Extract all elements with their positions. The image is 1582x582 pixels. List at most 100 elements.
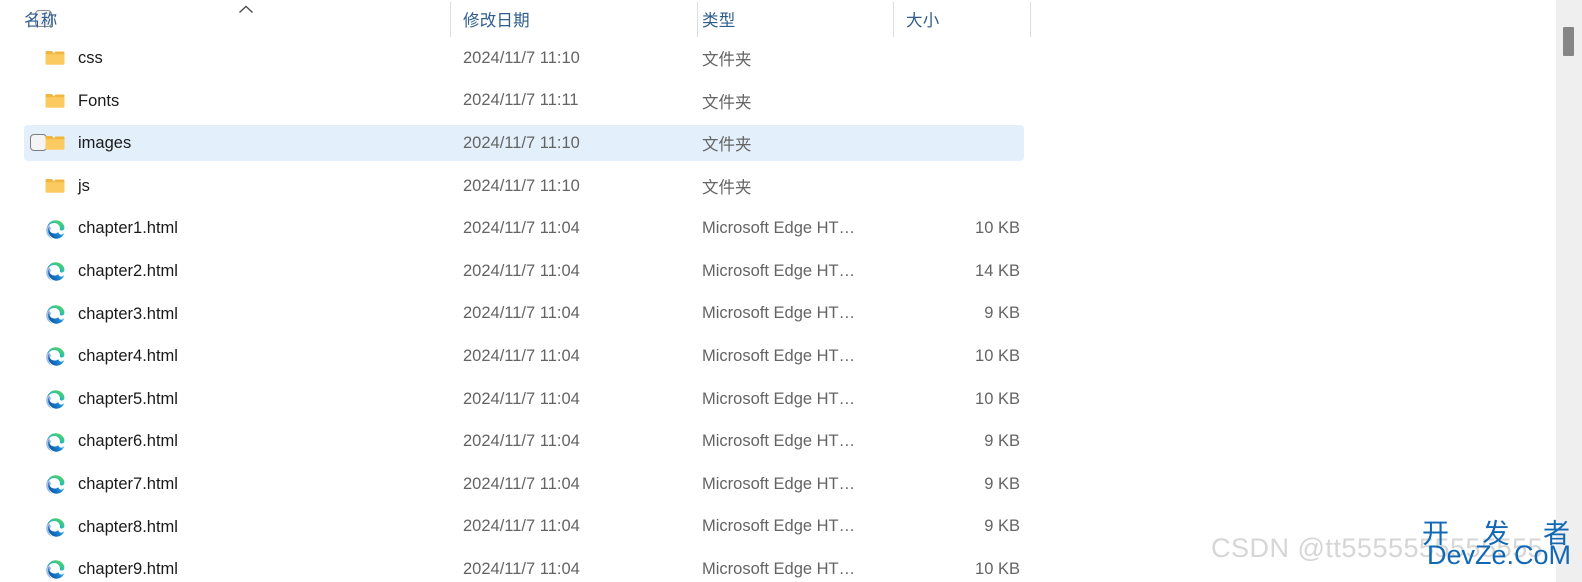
cell-type: Microsoft Edge HT… [702,463,892,506]
type-label: 文件夹 [702,93,752,112]
table-row[interactable]: Fonts 2024/11/7 11:11 文件夹 [0,80,1556,123]
file-name-label: chapter5.html [78,389,178,408]
file-name-label: Fonts [78,91,120,110]
cell-size [895,37,1020,80]
cell-name[interactable]: chapter8.html [44,506,444,549]
cell-date-modified: 2024/11/7 11:04 [463,378,693,421]
column-divider-size-end[interactable] [1030,2,1031,37]
size-label: 9 KB [984,517,1020,536]
scrollbar-thumb[interactable] [1563,27,1574,56]
microsoft-edge-icon [44,218,66,240]
file-name-label: chapter2.html [78,262,178,281]
cell-date-modified: 2024/11/7 11:04 [463,250,693,293]
type-label: Microsoft Edge HT… [702,346,856,365]
cell-date-modified: 2024/11/7 11:04 [463,506,693,549]
cell-name[interactable]: js [44,165,444,208]
date-modified-label: 2024/11/7 11:04 [463,261,580,280]
date-modified-label: 2024/11/7 11:10 [463,176,580,195]
table-row[interactable]: chapter5.html 2024/11/7 11:04 Microsoft Ed… [0,378,1556,421]
cell-name[interactable]: css [44,37,444,80]
table-row[interactable]: chapter3.html 2024/11/7 11:04 Microsoft Ed… [0,293,1556,336]
date-modified-label: 2024/11/7 11:04 [463,389,580,408]
cell-type: Microsoft Edge HT… [702,420,892,463]
cell-date-modified: 2024/11/7 11:04 [463,207,693,250]
cell-type: Microsoft Edge HT… [702,335,892,378]
date-modified-label: 2024/11/7 11:04 [463,219,580,238]
column-header-date-modified[interactable]: 修改日期 [463,0,697,37]
cell-name[interactable]: chapter6.html [44,420,444,463]
type-label: Microsoft Edge HT… [702,261,856,280]
cell-size: 9 KB [895,463,1020,506]
cell-date-modified: 2024/11/7 11:04 [463,293,693,336]
table-row[interactable]: chapter2.html 2024/11/7 11:04 Microsoft Ed… [0,250,1556,293]
cell-type: 文件夹 [702,122,892,165]
cell-date-modified: 2024/11/7 11:10 [463,37,693,80]
table-row[interactable]: chapter8.html 2024/11/7 11:04 Microsoft Ed… [0,506,1556,549]
column-header-size[interactable]: 大小 [906,0,1030,37]
size-label: 9 KB [984,304,1020,323]
cell-name[interactable]: chapter4.html [44,335,444,378]
microsoft-edge-icon [44,388,66,410]
size-label: 14 KB [975,261,1020,280]
vertical-scrollbar[interactable] [1556,0,1582,582]
cell-name[interactable]: chapter3.html [44,293,444,336]
column-header-type[interactable]: 类型 [702,0,893,37]
folder-icon [44,175,66,197]
cell-name[interactable]: images [44,122,444,165]
file-name-label: chapter8.html [78,517,178,536]
cell-name[interactable]: chapter2.html [44,250,444,293]
cell-date-modified: 2024/11/7 11:04 [463,420,693,463]
table-row[interactable]: js 2024/11/7 11:10 文件夹 [0,165,1556,208]
cell-size: 10 KB [895,378,1020,421]
cell-name[interactable]: chapter5.html [44,378,444,421]
column-header-bar: 名称 修改日期 类型 大小 [0,0,1556,37]
cell-name[interactable]: chapter7.html [44,463,444,506]
type-label: Microsoft Edge HT… [702,559,856,578]
table-row[interactable]: css 2024/11/7 11:10 文件夹 [0,37,1556,80]
column-divider-name-date[interactable] [450,2,451,37]
cell-name[interactable]: chapter1.html [44,207,444,250]
date-modified-label: 2024/11/7 11:04 [463,432,580,451]
file-name-label: images [78,134,132,153]
cell-date-modified: 2024/11/7 11:04 [463,463,693,506]
type-label: 文件夹 [702,51,752,70]
file-name-label: chapter3.html [78,304,178,323]
date-modified-label: 2024/11/7 11:04 [463,517,580,536]
table-row[interactable]: chapter1.html 2024/11/7 11:04 Microsoft Ed… [0,207,1556,250]
file-explorer-list-view: 名称 修改日期 类型 大小 css 2024/11/7 11:10 文件夹 Fonts… [0,0,1582,582]
cell-size: 9 KB [895,293,1020,336]
microsoft-edge-icon [44,473,66,495]
folder-icon [44,132,66,154]
cell-type: 文件夹 [702,80,892,123]
size-label: 10 KB [975,389,1020,408]
folder-icon [44,47,66,69]
cell-type: Microsoft Edge HT… [702,548,892,582]
table-row[interactable]: images 2024/11/7 11:10 文件夹 [0,122,1556,165]
size-label: 9 KB [984,474,1020,493]
cell-size: 9 KB [895,420,1020,463]
microsoft-edge-icon [44,303,66,325]
table-row[interactable]: chapter9.html 2024/11/7 11:04 Microsoft Ed… [0,548,1556,582]
column-divider-date-type[interactable] [697,2,698,37]
date-modified-label: 2024/11/7 11:10 [463,48,580,67]
column-header-name[interactable]: 名称 [24,0,450,37]
file-name-label: chapter4.html [78,347,178,366]
cell-type: Microsoft Edge HT… [702,378,892,421]
file-name-label: chapter7.html [78,474,178,493]
column-divider-type-size[interactable] [893,2,894,37]
size-label: 10 KB [975,219,1020,238]
cell-name[interactable]: Fonts [44,80,444,123]
microsoft-edge-icon [44,516,66,538]
cell-name[interactable]: chapter9.html [44,548,444,582]
table-row[interactable]: chapter6.html 2024/11/7 11:04 Microsoft Ed… [0,420,1556,463]
type-label: 文件夹 [702,179,752,198]
cell-type: Microsoft Edge HT… [702,207,892,250]
table-row[interactable]: chapter7.html 2024/11/7 11:04 Microsoft Ed… [0,463,1556,506]
file-name-label: chapter6.html [78,432,178,451]
cell-size: 9 KB [895,506,1020,549]
column-header-date-label: 修改日期 [463,11,530,30]
table-row[interactable]: chapter4.html 2024/11/7 11:04 Microsoft Ed… [0,335,1556,378]
cell-size [895,80,1020,123]
cell-type: Microsoft Edge HT… [702,506,892,549]
cell-date-modified: 2024/11/7 11:11 [463,80,693,123]
